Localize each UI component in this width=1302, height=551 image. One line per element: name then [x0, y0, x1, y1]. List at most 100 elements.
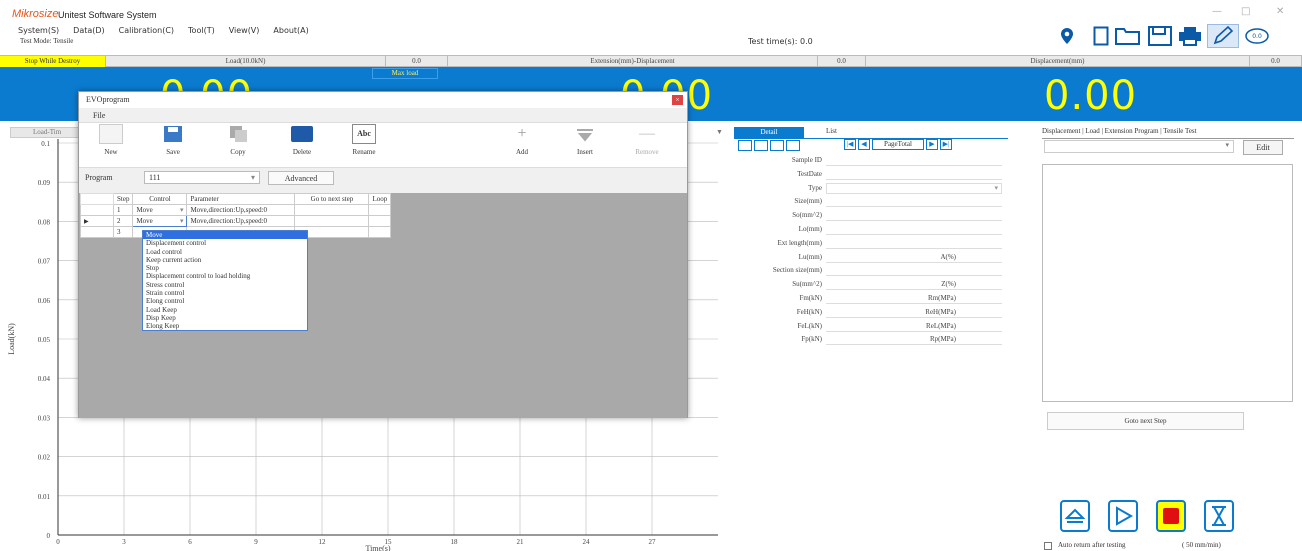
tab-detail[interactable]: Detail	[734, 127, 804, 138]
control-cell[interactable]: Move ▾	[132, 215, 188, 227]
add-button[interactable]: + Add	[502, 124, 542, 166]
goto-cell[interactable]	[294, 204, 370, 216]
menu-about[interactable]: About(A)	[273, 26, 308, 35]
app-title: Unitest Software System	[58, 10, 157, 20]
table-row[interactable]: ▶ 2 Move ▾ Move,direction:Up,speed:0	[80, 215, 392, 227]
x-tick-label: 6	[188, 538, 192, 546]
print-icon[interactable]	[1176, 24, 1204, 48]
row-header	[80, 204, 114, 216]
save-icon[interactable]	[1146, 24, 1174, 48]
menu-calibration[interactable]: Calibration(C)	[119, 26, 174, 35]
detail-field-label: Lu(mm)	[798, 252, 822, 261]
program-steps-box	[1042, 164, 1293, 402]
new-button[interactable]: New	[91, 124, 131, 166]
dropdown-option[interactable]: Displacement control	[143, 239, 307, 247]
close-button[interactable]: ✕	[1276, 6, 1284, 17]
location-icon[interactable]	[1056, 24, 1078, 48]
remove-button[interactable]: — Remove	[627, 124, 667, 166]
y-tick-label: 0.1	[41, 140, 50, 148]
copy-button[interactable]: Copy	[218, 124, 258, 166]
first-page-icon[interactable]: |◀	[844, 139, 856, 150]
open-folder-icon[interactable]	[1114, 24, 1142, 48]
dropdown-option[interactable]: Load Keep	[143, 306, 307, 314]
rename-icon: Abc	[352, 124, 376, 144]
print-icon[interactable]	[786, 140, 800, 151]
type-select[interactable]: ▾	[826, 182, 1002, 194]
auto-return-checkbox[interactable]	[1044, 542, 1052, 550]
dropdown-option[interactable]: Keep current action	[143, 256, 307, 264]
table-row[interactable]: 1 Move ▾ Move,direction:Up,speed:0	[80, 204, 392, 216]
dropdown-option[interactable]: Elong control	[143, 297, 307, 305]
hourglass-icon[interactable]	[1204, 500, 1234, 532]
loop-cell[interactable]	[368, 204, 392, 216]
tab-list[interactable]: List	[826, 127, 837, 135]
detail-field-label: Section size(mm)	[772, 266, 822, 275]
goto-cell[interactable]	[294, 215, 370, 227]
open-icon[interactable]	[754, 140, 768, 151]
chevron-down-icon: ▾	[179, 217, 184, 225]
edit-button[interactable]: Edit	[1243, 140, 1283, 155]
col-loop: Loop	[368, 193, 392, 205]
return-button[interactable]	[1060, 500, 1090, 532]
title-bar	[0, 0, 1302, 24]
goto-next-step-button[interactable]: Goto next Step	[1047, 412, 1244, 430]
dropdown-option[interactable]: Stop	[143, 264, 307, 272]
remove-icon: —	[639, 125, 655, 142]
y-tick-label: 0.01	[38, 493, 51, 501]
save-icon[interactable]	[770, 140, 784, 151]
maximize-button[interactable]: □	[1241, 6, 1250, 17]
dropdown-option[interactable]: Displacement control to load holding	[143, 272, 307, 280]
x-tick-label: 9	[254, 538, 258, 546]
prev-page-icon[interactable]: ◀	[858, 139, 870, 150]
dropdown-option[interactable]: Move	[143, 231, 307, 240]
rename-button[interactable]: Abc Rename	[344, 124, 384, 166]
detail-field-label: Fm(kN)	[799, 294, 822, 302]
program-combobox[interactable]: 111 ▾	[144, 171, 260, 184]
menu-data[interactable]: Data(D)	[73, 26, 105, 35]
program-tabs[interactable]: Displacement | Load | Extension Program …	[1042, 127, 1294, 139]
loop-cell[interactable]	[368, 226, 392, 238]
next-page-icon[interactable]: ▶	[926, 139, 938, 150]
y-tick-label: 0	[47, 532, 51, 540]
program-select[interactable]: ▾	[1044, 140, 1234, 153]
row-header: ▶	[80, 215, 114, 227]
control-cell[interactable]: Move ▾	[132, 204, 188, 216]
menu-view[interactable]: View(V)	[229, 26, 260, 35]
menu-system[interactable]: System(S)	[18, 26, 59, 35]
save-button[interactable]: Save	[153, 124, 193, 166]
detail-result-label: A(%)	[940, 252, 956, 261]
new-file-icon[interactable]	[1090, 24, 1112, 48]
minimize-button[interactable]: —	[1212, 6, 1222, 17]
dropdown-option[interactable]: Disp Keep	[143, 314, 307, 322]
dialog-file-menu[interactable]: File	[93, 111, 105, 120]
y-tick-label: 0.03	[38, 414, 51, 422]
y-axis-label: Load(kN)	[7, 323, 16, 355]
dropdown-option[interactable]: Load control	[143, 248, 307, 256]
stop-icon[interactable]	[1156, 500, 1186, 532]
dialog-close-button[interactable]: ×	[672, 95, 683, 105]
dropdown-option[interactable]: Stress control	[143, 281, 307, 289]
loop-cell[interactable]	[368, 215, 392, 227]
insert-button[interactable]: Insert	[565, 124, 605, 166]
param-cell[interactable]: Move,direction:Up,speed:0	[186, 204, 296, 216]
control-dropdown-list[interactable]: Move Displacement control Load control K…	[142, 230, 308, 331]
dropdown-option[interactable]: Strain control	[143, 289, 307, 297]
y-tick-label: 0.04	[38, 375, 51, 383]
play-icon[interactable]	[1108, 500, 1138, 532]
y-tick-label: 0.08	[38, 218, 51, 226]
param-cell[interactable]: Move,direction:Up,speed:0	[186, 215, 296, 227]
auto-return-label: Auto return after testing	[1058, 541, 1126, 549]
last-page-icon[interactable]: ▶|	[940, 139, 952, 150]
delete-button[interactable]: Delete	[282, 124, 322, 166]
program-label: Program	[85, 173, 113, 182]
x-tick-label: 3	[122, 538, 126, 546]
dropdown-option[interactable]: Elong Keep	[143, 322, 307, 330]
speed-dial-icon[interactable]: 0.0	[1243, 24, 1271, 48]
detail-field-underline	[826, 316, 1002, 318]
advanced-button[interactable]: Advanced	[268, 171, 334, 185]
menu-tool[interactable]: Tool(T)	[188, 26, 215, 35]
test-time: Test time(s): 0.0	[748, 37, 813, 46]
edit-pencil-icon[interactable]	[1207, 24, 1239, 48]
folder-icon[interactable]	[738, 140, 752, 151]
max-load-button[interactable]: Max load	[372, 68, 438, 79]
